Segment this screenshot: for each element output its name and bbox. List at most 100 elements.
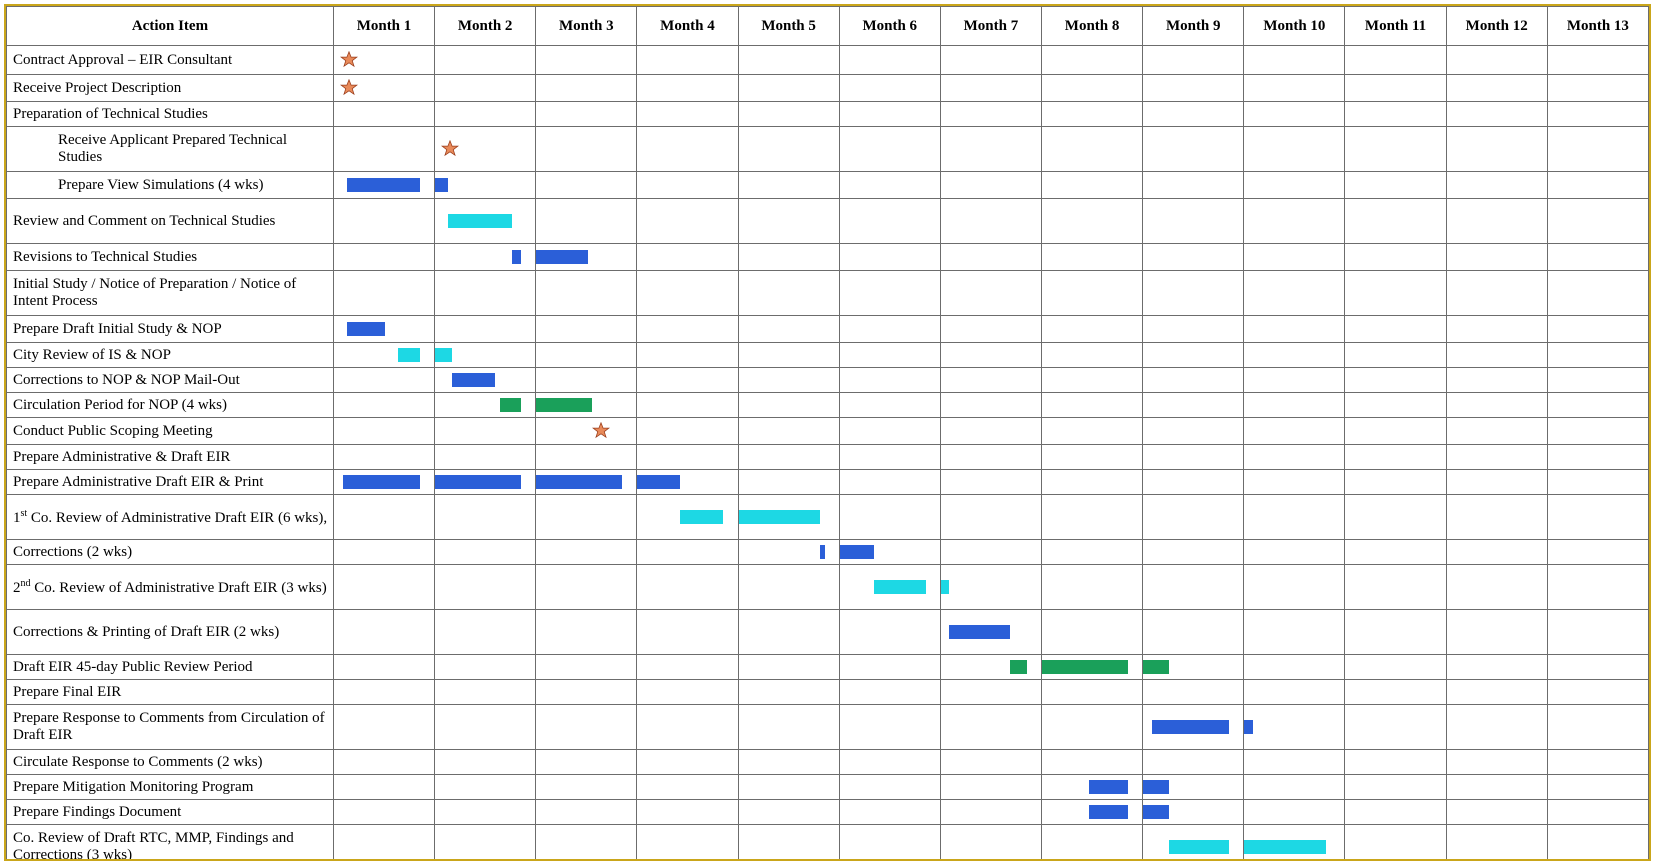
cell-m9 bbox=[1143, 565, 1244, 610]
cell-m2 bbox=[435, 655, 536, 680]
cell-m1 bbox=[333, 495, 434, 540]
gantt-bar bbox=[1143, 660, 1169, 674]
row-22: Circulate Response to Comments (2 wks) bbox=[7, 750, 1649, 775]
cell-m12 bbox=[1446, 470, 1547, 495]
cell-m6 bbox=[839, 655, 940, 680]
cell-m12 bbox=[1446, 102, 1547, 127]
cell-m8 bbox=[1042, 750, 1143, 775]
cell-m4 bbox=[637, 393, 738, 418]
cell-m1 bbox=[333, 680, 434, 705]
cell-m11 bbox=[1345, 655, 1446, 680]
cell-m11 bbox=[1345, 172, 1446, 199]
cell-m5 bbox=[738, 127, 839, 172]
cell-m4 bbox=[637, 610, 738, 655]
cell-m13 bbox=[1547, 540, 1648, 565]
gantt-bar bbox=[536, 398, 592, 412]
cell-m8 bbox=[1042, 244, 1143, 271]
cell-m1 bbox=[333, 418, 434, 445]
cell-m4 bbox=[637, 172, 738, 199]
cell-m10 bbox=[1244, 565, 1345, 610]
gantt-bar bbox=[435, 475, 521, 489]
cell-m6 bbox=[839, 825, 940, 862]
cell-m9 bbox=[1143, 540, 1244, 565]
cell-m5 bbox=[738, 655, 839, 680]
cell-m2 bbox=[435, 775, 536, 800]
cell-m13 bbox=[1547, 750, 1648, 775]
row-6: Revisions to Technical Studies bbox=[7, 244, 1649, 271]
cell-m8 bbox=[1042, 102, 1143, 127]
gantt-bar bbox=[343, 475, 420, 489]
cell-m5 bbox=[738, 680, 839, 705]
cell-m2 bbox=[435, 705, 536, 750]
cell-m8 bbox=[1042, 271, 1143, 316]
action-item-label: Prepare Administrative & Draft EIR bbox=[7, 445, 334, 470]
cell-m9 bbox=[1143, 610, 1244, 655]
row-24: Prepare Findings Document bbox=[7, 800, 1649, 825]
col-month-7: Month 7 bbox=[940, 7, 1041, 46]
cell-m9 bbox=[1143, 368, 1244, 393]
cell-m9 bbox=[1143, 75, 1244, 102]
row-18: Corrections & Printing of Draft EIR (2 w… bbox=[7, 610, 1649, 655]
cell-m2 bbox=[435, 102, 536, 127]
cell-m2 bbox=[435, 393, 536, 418]
cell-m1 bbox=[333, 244, 434, 271]
action-item-label: Prepare Mitigation Monitoring Program bbox=[7, 775, 334, 800]
gantt-bar bbox=[1089, 805, 1128, 819]
cell-m10 bbox=[1244, 46, 1345, 75]
cell-m6 bbox=[839, 775, 940, 800]
row-25: Co. Review of Draft RTC, MMP, Findings a… bbox=[7, 825, 1649, 862]
cell-m8 bbox=[1042, 680, 1143, 705]
gantt-bar bbox=[1169, 840, 1229, 854]
cell-m8 bbox=[1042, 825, 1143, 862]
cell-m6 bbox=[839, 316, 940, 343]
cell-m8 bbox=[1042, 393, 1143, 418]
cell-m7 bbox=[940, 445, 1041, 470]
cell-m1 bbox=[333, 316, 434, 343]
action-item-label: Prepare View Simulations (4 wks) bbox=[7, 172, 334, 199]
cell-m13 bbox=[1547, 271, 1648, 316]
cell-m7 bbox=[940, 540, 1041, 565]
cell-m9 bbox=[1143, 271, 1244, 316]
cell-m7 bbox=[940, 705, 1041, 750]
cell-m4 bbox=[637, 244, 738, 271]
cell-m3 bbox=[536, 565, 637, 610]
cell-m6 bbox=[839, 680, 940, 705]
action-item-label: 2nd Co. Review of Administrative Draft E… bbox=[7, 565, 334, 610]
col-month-11: Month 11 bbox=[1345, 7, 1446, 46]
cell-m2 bbox=[435, 172, 536, 199]
cell-m10 bbox=[1244, 825, 1345, 862]
cell-m5 bbox=[738, 271, 839, 316]
cell-m11 bbox=[1345, 75, 1446, 102]
cell-m11 bbox=[1345, 705, 1446, 750]
cell-m12 bbox=[1446, 418, 1547, 445]
cell-m7 bbox=[940, 750, 1041, 775]
row-7: Initial Study / Notice of Preparation / … bbox=[7, 271, 1649, 316]
cell-m11 bbox=[1345, 343, 1446, 368]
gantt-bar bbox=[512, 250, 521, 264]
cell-m8 bbox=[1042, 655, 1143, 680]
cell-m10 bbox=[1244, 271, 1345, 316]
cell-m10 bbox=[1244, 445, 1345, 470]
row-5: Review and Comment on Technical Studies bbox=[7, 199, 1649, 244]
cell-m13 bbox=[1547, 655, 1648, 680]
col-month-5: Month 5 bbox=[738, 7, 839, 46]
cell-m3 bbox=[536, 172, 637, 199]
cell-m12 bbox=[1446, 343, 1547, 368]
cell-m9 bbox=[1143, 418, 1244, 445]
gantt-bar bbox=[347, 322, 386, 336]
cell-m11 bbox=[1345, 46, 1446, 75]
cell-m12 bbox=[1446, 800, 1547, 825]
cell-m13 bbox=[1547, 316, 1648, 343]
cell-m1 bbox=[333, 800, 434, 825]
cell-m5 bbox=[738, 800, 839, 825]
cell-m12 bbox=[1446, 750, 1547, 775]
cell-m3 bbox=[536, 825, 637, 862]
cell-m7 bbox=[940, 343, 1041, 368]
action-item-label: Draft EIR 45-day Public Review Period bbox=[7, 655, 334, 680]
cell-m5 bbox=[738, 368, 839, 393]
cell-m1 bbox=[333, 46, 434, 75]
cell-m5 bbox=[738, 172, 839, 199]
cell-m12 bbox=[1446, 368, 1547, 393]
cell-m3 bbox=[536, 127, 637, 172]
row-2: Preparation of Technical Studies bbox=[7, 102, 1649, 127]
